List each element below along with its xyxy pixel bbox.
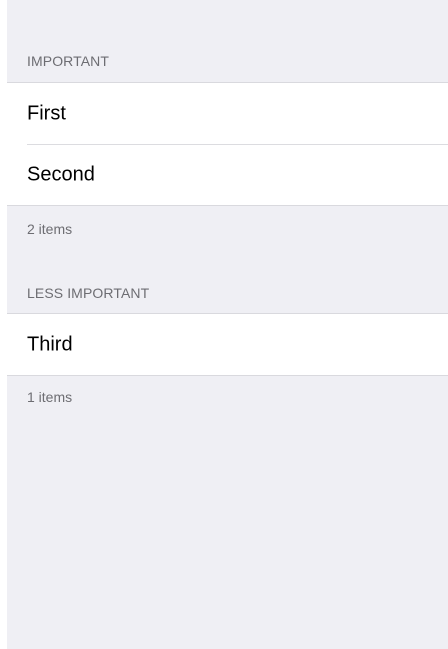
list-item-label: First (27, 102, 66, 124)
section-less-important-group: Third (7, 313, 448, 376)
list-item-label: Second (27, 163, 95, 185)
section-footer-important: 2 items (27, 221, 73, 237)
section-header-important: IMPORTANT (27, 53, 110, 69)
section-footer-less-important: 1 items (27, 389, 73, 405)
list-item-label: Third (27, 333, 73, 355)
list-item-second[interactable]: Second (7, 144, 448, 205)
section-important-group: First Second (7, 82, 448, 206)
list-item-third[interactable]: Third (7, 314, 448, 375)
grouped-table-view: IMPORTANT First Second 2 items LESS IMPO… (7, 0, 448, 649)
list-item-first[interactable]: First (7, 83, 448, 144)
section-header-less-important: LESS IMPORTANT (27, 285, 150, 301)
